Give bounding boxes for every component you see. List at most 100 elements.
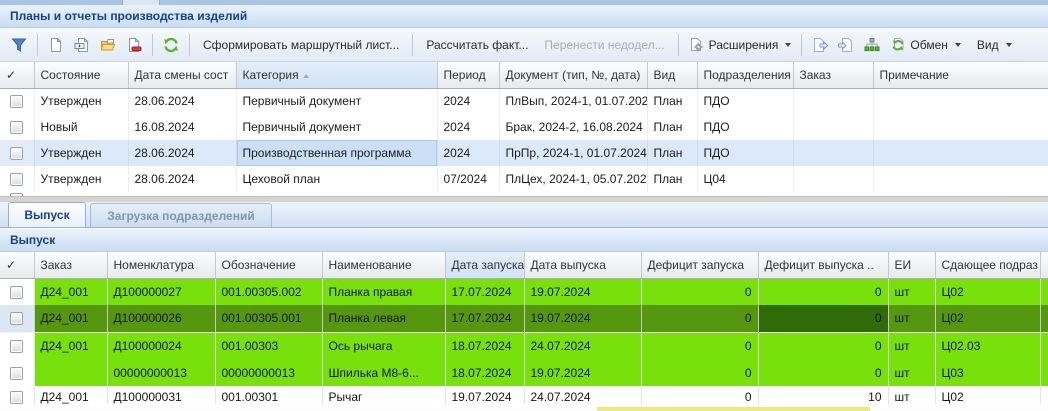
toolbar-separator [37, 34, 38, 56]
output-section-header: Выпуск [0, 228, 1048, 252]
row-checkbox[interactable] [10, 391, 23, 404]
output-col-designation[interactable]: Обозначение [215, 252, 322, 278]
check-icon: ✓ [6, 258, 16, 272]
extensions-button[interactable]: Расширения [684, 34, 797, 56]
dropdown-arrow-icon [785, 43, 791, 47]
delete-document-icon [126, 37, 142, 53]
panel-title: Планы и отчеты производства изделий [10, 9, 247, 23]
calc-fact-label: Рассчитать факт... [426, 38, 528, 52]
tab-strip: Выпуск Загрузка подразделений [0, 202, 1048, 228]
transfer-unfinished-label: Перенести недодел... [544, 38, 664, 52]
row-checkbox[interactable] [10, 147, 23, 160]
plans-col-state-date[interactable]: Дата смены сост [128, 62, 236, 88]
edit-document-button[interactable] [69, 34, 95, 56]
table-row-selected[interactable]: Утвержден28.06.2024Производственная прог… [0, 140, 1048, 166]
dropdown-arrow-icon [955, 43, 961, 47]
output-col-release-deficit[interactable]: Дефицит выпуска .. [758, 252, 888, 278]
export-document-icon [812, 37, 828, 53]
output-col-release-date[interactable]: Дата выпуска [524, 252, 641, 278]
tab-label: Выпуск [24, 208, 69, 222]
table-row-selected[interactable]: Д24_001Д100000026001.00305.001Планка лев… [0, 305, 1048, 332]
new-document-button[interactable] [43, 34, 69, 56]
table-row[interactable]: Д24_001Д100000031001.00301Рычаг19.07.202… [0, 386, 1048, 404]
hierarchy-button[interactable] [859, 34, 885, 56]
refresh-button[interactable] [158, 34, 184, 56]
table-row[interactable]: Д24_001Д100000024001.00303Ось рычага18.0… [0, 332, 1048, 359]
filter-icon [11, 37, 27, 53]
row-checkbox[interactable] [10, 173, 23, 186]
output-col-dept[interactable]: Сдающее подраз [935, 252, 1040, 278]
row-checkbox[interactable] [10, 367, 23, 380]
table-row[interactable]: Утвержден28.06.2024Первичный документ202… [0, 88, 1048, 114]
edit-document-icon [74, 37, 90, 53]
plans-col-kind[interactable]: Вид [647, 62, 697, 88]
row-checkbox[interactable] [10, 312, 23, 325]
extensions-label: Расширения [709, 38, 779, 52]
toolbar-separator [801, 34, 802, 56]
check-icon: ✓ [6, 68, 16, 82]
calc-fact-button[interactable]: Рассчитать факт... [418, 35, 536, 55]
dropdown-arrow-icon [1006, 43, 1012, 47]
tab-label: Загрузка подразделений [107, 209, 254, 223]
output-check-column-header[interactable]: ✓ [0, 252, 34, 278]
plans-col-state[interactable]: Состояние [34, 62, 128, 88]
app-window: Планы и отчеты производства изделий Сфор… [0, 0, 1048, 411]
table-row[interactable]: Утвержден28.06.2024Цеховой план07/2024Пл… [0, 166, 1048, 192]
exchange-button[interactable]: Обмен [885, 34, 966, 56]
output-partial-row [0, 407, 1048, 411]
import-document-icon [838, 37, 854, 53]
refresh-icon [163, 37, 179, 53]
open-folder-icon [100, 37, 116, 53]
route-sheet-label: Сформировать маршрутный лист... [203, 38, 399, 52]
plans-col-period[interactable]: Период [437, 62, 499, 88]
plans-grid: ✓ Состояние Дата смены сост Категория Пе… [0, 62, 1048, 192]
table-row[interactable]: 0000000001300000000013Шпилька М8-6...18.… [0, 359, 1048, 386]
output-col-order[interactable]: Заказ [34, 252, 107, 278]
view-button[interactable]: Вид [972, 35, 1017, 55]
focused-cell: 0 [758, 305, 888, 332]
output-col-unit[interactable]: ЕИ [888, 252, 935, 278]
plans-header-row: ✓ Состояние Дата смены сост Категория Пе… [0, 62, 1048, 88]
output-section-title: Выпуск [10, 233, 55, 247]
yellow-deficit-cell [597, 407, 870, 411]
output-grid: ✓ Заказ Номенклатура Обозначение Наимено… [0, 252, 1048, 404]
output-col-extra[interactable] [1040, 252, 1048, 278]
toolbar-separator [152, 34, 153, 56]
plans-col-departments[interactable]: Подразделения [697, 62, 793, 88]
tab-zagruzka-podrazdeleniy[interactable]: Загрузка подразделений [90, 203, 272, 227]
export-button[interactable] [807, 34, 833, 56]
output-col-launch-deficit[interactable]: Дефицит запуска [641, 252, 758, 278]
panel-header: Планы и отчеты производства изделий [0, 5, 1048, 28]
extensions-gear-icon [689, 37, 705, 53]
plans-col-order[interactable]: Заказ [793, 62, 873, 88]
toolbar: Сформировать маршрутный лист... Рассчита… [0, 28, 1048, 62]
table-row[interactable]: Д24_001Д100000027001.00305.002Планка пра… [0, 278, 1048, 305]
import-button[interactable] [833, 34, 859, 56]
output-col-launch-date[interactable]: Дата запуска [445, 252, 524, 278]
row-checkbox[interactable] [10, 121, 23, 134]
new-document-icon [48, 37, 64, 53]
tab-vypusk[interactable]: Выпуск [8, 202, 86, 227]
open-folder-button[interactable] [95, 34, 121, 56]
filter-button[interactable] [6, 34, 32, 56]
row-checkbox[interactable] [10, 340, 23, 353]
plans-col-note[interactable]: Примечание [873, 62, 1048, 88]
exchange-label: Обмен [910, 38, 948, 52]
output-header-row: ✓ Заказ Номенклатура Обозначение Наимено… [0, 252, 1048, 278]
toolbar-separator [412, 34, 413, 56]
route-sheet-button[interactable]: Сформировать маршрутный лист... [195, 35, 407, 55]
row-checkbox[interactable] [10, 95, 23, 108]
output-col-name[interactable]: Наименование [322, 252, 445, 278]
plans-check-column-header[interactable]: ✓ [0, 62, 34, 88]
org-chart-icon [864, 37, 880, 53]
row-checkbox[interactable] [10, 286, 23, 299]
sync-icon [890, 37, 906, 53]
delete-document-button[interactable] [121, 34, 147, 56]
sort-asc-icon [303, 74, 309, 78]
plans-col-document[interactable]: Документ (тип, №, дата) [499, 62, 647, 88]
toolbar-separator [678, 34, 679, 56]
plans-col-category[interactable]: Категория [236, 62, 437, 88]
output-col-nomenclature[interactable]: Номенклатура [107, 252, 215, 278]
table-row[interactable]: Новый16.08.2024Первичный документ2024Бра… [0, 114, 1048, 140]
focused-cell: Производственная программа [236, 140, 437, 166]
